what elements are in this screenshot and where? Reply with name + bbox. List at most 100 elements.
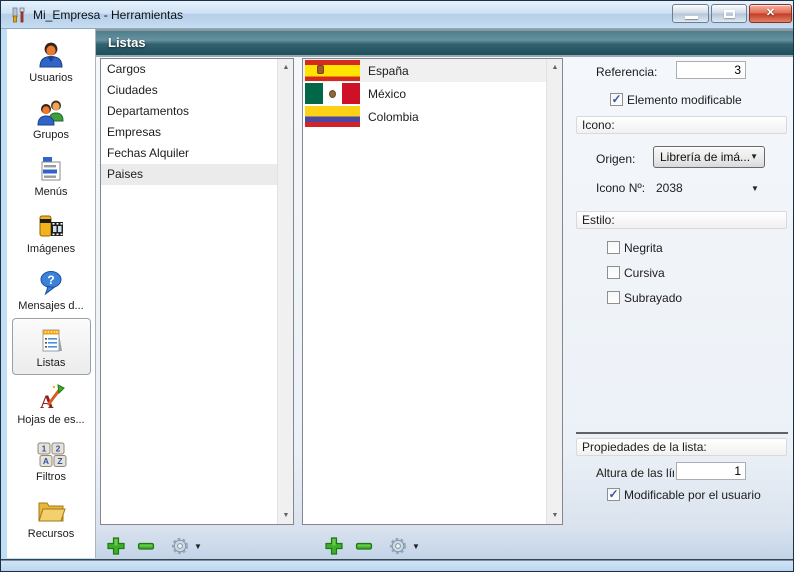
list-item-selected[interactable]: Paises [101, 164, 277, 185]
svg-text:1: 1 [42, 444, 47, 454]
colombia-flag-icon [305, 106, 360, 127]
sidebar-item-hojas[interactable]: A Hojas de es... [12, 375, 91, 432]
origen-dropdown[interactable]: Librería de imá... ▼ [653, 146, 765, 168]
mexico-flag-icon [305, 83, 360, 104]
sidebar: Usuarios Grupos Menús [7, 29, 96, 558]
lists-panel: Cargos Ciudades Departamentos Empresas F… [100, 58, 294, 525]
negrita-label: Negrita [624, 241, 663, 255]
svg-text:A: A [40, 392, 54, 413]
sidebar-item-grupos[interactable]: Grupos [12, 90, 91, 147]
origen-value: Librería de imá... [660, 150, 750, 164]
element-label: México [360, 87, 406, 101]
spain-flag-icon [305, 60, 360, 81]
referencia-label: Referencia: [596, 65, 657, 79]
sidebar-item-recursos[interactable]: Recursos [12, 489, 91, 546]
window-title: Mi_Empresa - Herramientas [33, 8, 183, 22]
remove-list-button[interactable] [136, 536, 156, 556]
origen-label: Origen: [596, 152, 635, 166]
sidebar-item-label: Menús [13, 186, 90, 198]
list-item-label: Cargos [107, 62, 146, 76]
list-item[interactable]: Departamentos [101, 101, 277, 122]
cursiva-checkbox[interactable] [607, 266, 620, 279]
list-item-label: Empresas [107, 125, 161, 139]
menu-icon [35, 153, 67, 185]
scrollbar[interactable]: ▲ ▼ [546, 59, 562, 524]
subrayado-checkbox[interactable] [607, 291, 620, 304]
element-label: España [360, 64, 409, 78]
app-tools-icon [10, 6, 28, 24]
maximize-icon [724, 10, 735, 18]
scroll-down-icon[interactable]: ▼ [547, 512, 563, 519]
message-icon: ? [35, 267, 67, 299]
svg-text:Z: Z [57, 456, 62, 466]
elemento-modificable-label: Elemento modificable [627, 93, 742, 107]
sidebar-item-mensajes[interactable]: ? Mensajes d... [12, 261, 91, 318]
minimize-button[interactable] [672, 4, 709, 23]
elemento-modificable-checkbox[interactable]: ✓ [610, 93, 623, 106]
properties-panel: Referencia: ✓ Elemento modificable Icono… [568, 57, 794, 559]
list-item-label: Paises [107, 167, 143, 181]
propiedades-section-header: Propiedades de la lista: [576, 438, 787, 456]
sidebar-item-imagenes[interactable]: Imágenes [12, 204, 91, 261]
add-list-button[interactable] [106, 536, 126, 556]
estilo-section-header: Estilo: [576, 211, 787, 229]
add-element-button[interactable] [324, 536, 344, 556]
svg-text:?: ? [47, 273, 54, 287]
content-area: Cargos Ciudades Departamentos Empresas F… [96, 57, 794, 559]
sidebar-item-menus[interactable]: Menús [12, 147, 91, 204]
element-row[interactable]: México [303, 82, 546, 105]
section-header: Listas [96, 29, 794, 57]
scrollbar[interactable]: ▲ ▼ [277, 59, 293, 524]
sidebar-item-listas[interactable]: Listas [12, 318, 91, 375]
list-item[interactable]: Empresas [101, 122, 277, 143]
stylesheet-icon: A [35, 381, 67, 413]
sidebar-item-label: Mensajes d... [13, 300, 90, 312]
element-row[interactable]: Colombia [303, 105, 546, 128]
titlebar[interactable]: Mi_Empresa - Herramientas ✕ [1, 1, 794, 29]
subrayado-label: Subrayado [624, 291, 682, 305]
maximize-button[interactable] [711, 4, 747, 23]
page-title: Listas [108, 35, 146, 50]
scroll-down-icon[interactable]: ▼ [278, 512, 294, 519]
element-row-selected[interactable]: España [303, 59, 546, 82]
scroll-up-icon[interactable]: ▲ [278, 64, 294, 71]
window-bottom-border [1, 559, 794, 572]
list-item-label: Departamentos [107, 104, 189, 118]
sidebar-item-label: Hojas de es... [13, 414, 90, 426]
sidebar-item-label: Listas [13, 357, 90, 369]
list-item[interactable]: Ciudades [101, 80, 277, 101]
altura-label: Altura de las líneas: [596, 466, 674, 480]
modificable-usuario-label: Modificable por el usuario [624, 488, 761, 502]
group-icon [35, 96, 67, 128]
close-button[interactable]: ✕ [749, 4, 792, 23]
altura-input[interactable] [676, 462, 746, 480]
app-window: Mi_Empresa - Herramientas ✕ Usuarios [0, 0, 794, 572]
element-settings-dropdown-icon[interactable]: ▼ [412, 542, 420, 551]
element-settings-gear-icon[interactable] [388, 536, 408, 556]
scroll-up-icon[interactable]: ▲ [547, 64, 563, 71]
minimize-icon [685, 16, 698, 19]
list-item[interactable]: Fechas Alquiler [101, 143, 277, 164]
icono-section-header: Icono: [576, 116, 787, 134]
modificable-usuario-checkbox[interactable]: ✓ [607, 488, 620, 501]
sidebar-item-filtros[interactable]: 1 2 A Z Filtros [12, 432, 91, 489]
icono-num-value[interactable]: 2038 [656, 181, 683, 195]
filter-keys-icon: 1 2 A Z [35, 438, 67, 470]
list-item[interactable]: Cargos [101, 59, 277, 80]
film-icon [35, 210, 67, 242]
svg-text:2: 2 [56, 444, 61, 454]
list-settings-gear-icon[interactable] [170, 536, 190, 556]
user-icon [35, 39, 67, 71]
negrita-checkbox[interactable] [607, 241, 620, 254]
element-label: Colombia [360, 110, 419, 124]
sidebar-item-label: Grupos [13, 129, 90, 141]
sidebar-item-usuarios[interactable]: Usuarios [12, 33, 91, 90]
folder-icon [35, 495, 67, 527]
elements-panel: España México Colombia ▲ ▼ [302, 58, 563, 525]
referencia-input[interactable] [676, 61, 746, 79]
icono-num-dropdown-icon[interactable]: ▼ [751, 184, 759, 193]
list-settings-dropdown-icon[interactable]: ▼ [194, 542, 202, 551]
remove-element-button[interactable] [354, 536, 374, 556]
sidebar-item-label: Imágenes [13, 243, 90, 255]
list-item-label: Ciudades [107, 83, 158, 97]
